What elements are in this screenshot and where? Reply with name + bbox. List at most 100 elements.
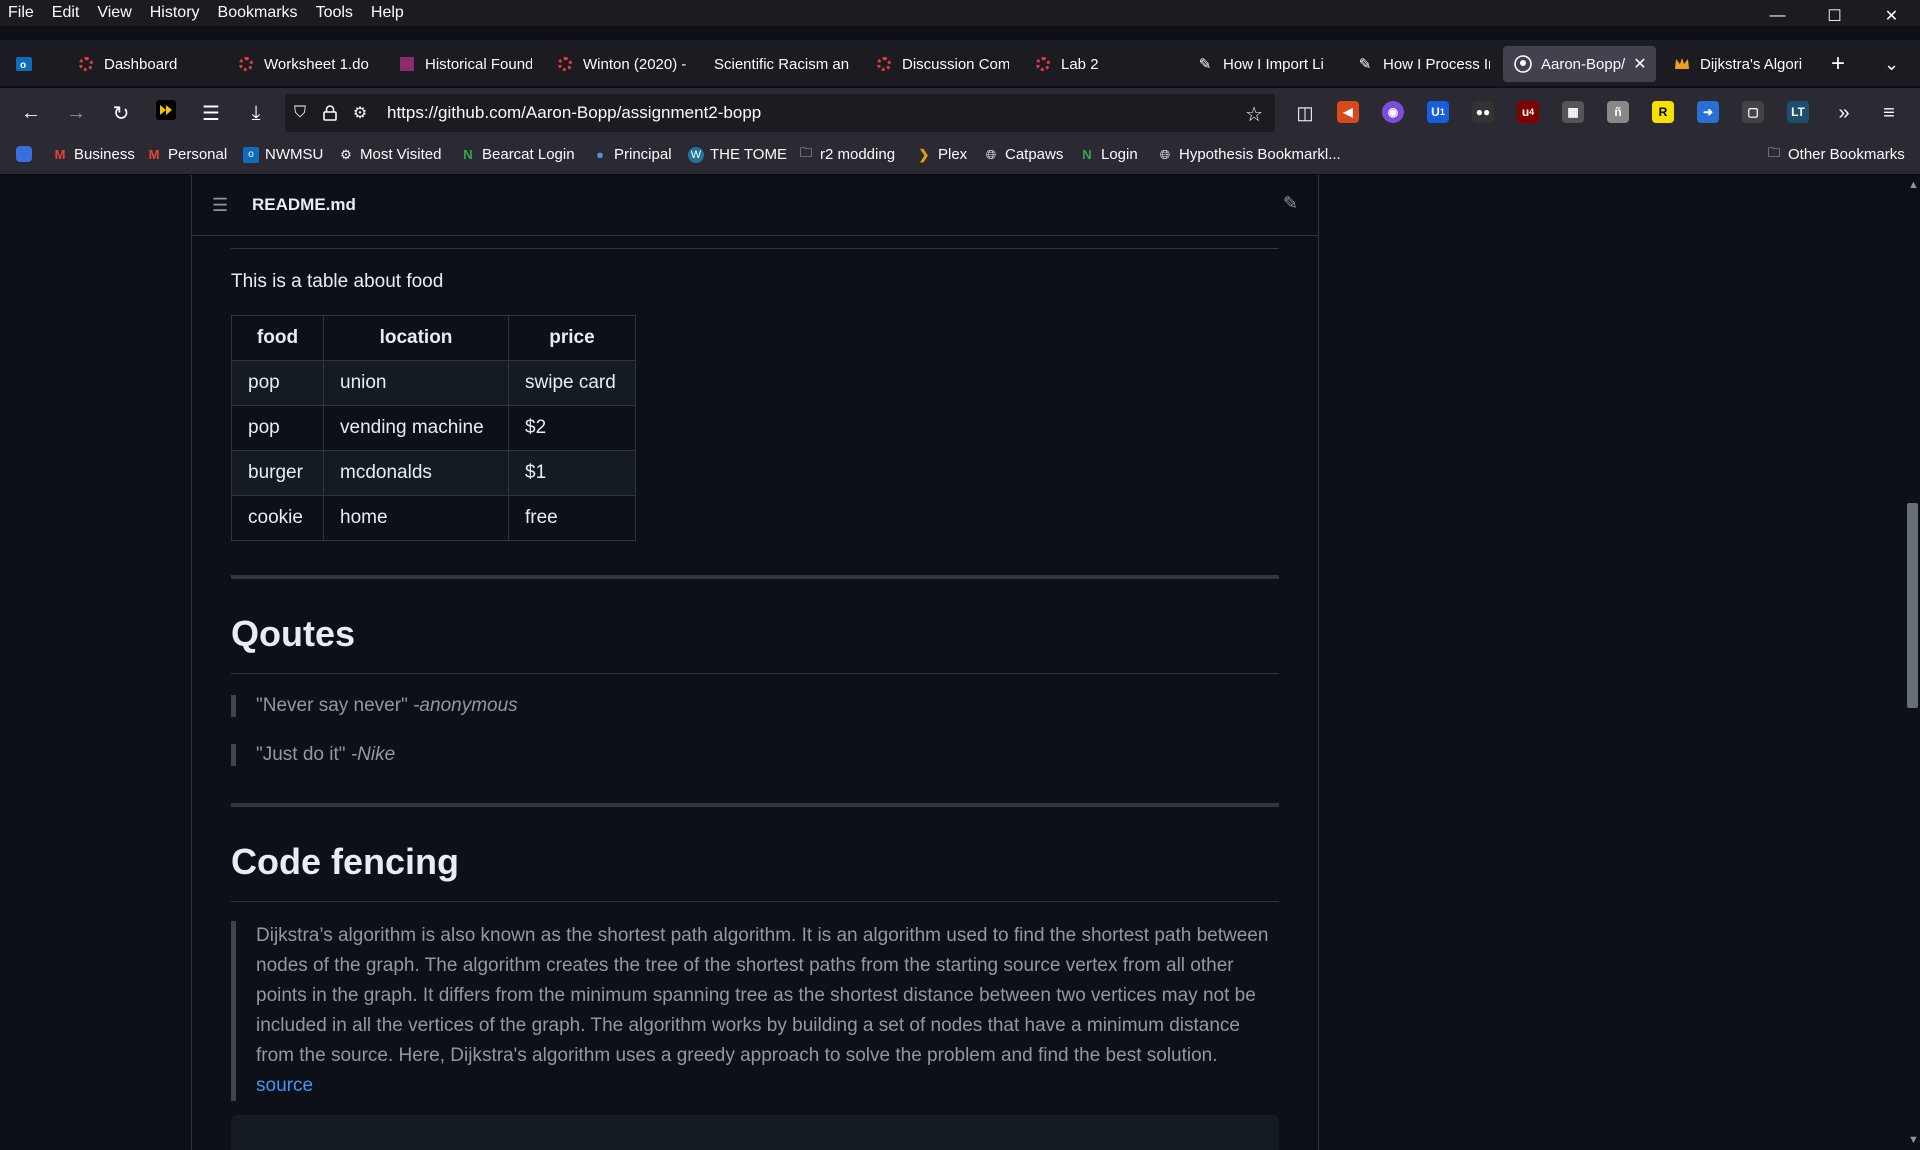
pinned-tab-outlook[interactable]: o [14, 46, 42, 82]
readme-panel: ☰ README.md ✎ This is a table about food… [191, 175, 1319, 1150]
canvas-ring-icon [76, 54, 96, 74]
ext-ublock-icon[interactable]: u4 [1517, 101, 1539, 123]
outline-list-icon[interactable]: ☰ [212, 195, 232, 216]
table-row: pop vending machine $2 [231, 405, 636, 451]
bookmark-label: Bearcat Login [482, 146, 575, 163]
ext-arrow-icon[interactable]: ➜ [1697, 101, 1719, 123]
ext-window-icon[interactable]: ▢ [1742, 101, 1764, 123]
bookmark-hypothesis[interactable]: 🌐︎ Hypothesis Bookmarkl... [1157, 146, 1341, 163]
new-tab-button[interactable]: + [1831, 46, 1855, 82]
menu-history[interactable]: History [141, 4, 209, 22]
pencil-edit-icon[interactable]: ✎ [1283, 193, 1298, 214]
other-bookmarks[interactable]: 🗀 Other Bookmarks [1766, 145, 1905, 164]
stack-button[interactable]: ☰ [198, 100, 224, 126]
bookmark-nwmsu[interactable]: o NWMSU [243, 146, 323, 163]
more-tools-button[interactable]: » [1831, 100, 1857, 126]
downloads-button[interactable]: ⤓ [243, 100, 269, 126]
ext-purple-icon[interactable]: ◉ [1382, 101, 1404, 123]
tab-dijkstra[interactable]: Dijkstra's Algori [1672, 46, 1807, 82]
maximize-button[interactable]: ☐ [1806, 0, 1863, 32]
tab-process[interactable]: ✎ How I Process In [1355, 46, 1490, 82]
bookmark-catpaws[interactable]: 🌐︎ Catpaws [983, 146, 1064, 163]
scroll-down-icon[interactable]: ▼ [1908, 1134, 1919, 1146]
ext-glasses-icon[interactable]: ●● [1472, 101, 1494, 123]
code-fencing-heading: Code fencing [231, 841, 460, 882]
bookmark-label: Plex [938, 146, 968, 163]
tab-winton[interactable]: Winton (2020) - [555, 46, 690, 82]
ext-megaphone-icon[interactable]: ◀ [1337, 101, 1359, 123]
pen-icon: ✎ [1358, 56, 1372, 73]
ext-calendar-icon[interactable]: ▦ [1562, 101, 1584, 123]
tab-dashboard[interactable]: Dashboard [76, 46, 216, 82]
extension-button[interactable] [153, 100, 179, 126]
bookmark-label: Business [74, 146, 135, 163]
bookmark-label: Other Bookmarks [1788, 146, 1905, 163]
stack-icon: ☰ [202, 102, 220, 125]
tab-bar: o Dashboard Worksheet 1.do Historical Fo… [0, 40, 1920, 86]
bookmark-principal[interactable]: ● Principal [592, 146, 671, 163]
bookmark-label: Login [1101, 146, 1138, 163]
url-text[interactable]: https://github.com/Aaron-Bopp/assignment… [387, 103, 761, 123]
tab-lab2[interactable]: Lab 2 [1033, 46, 1168, 82]
minimize-button[interactable]: — [1749, 0, 1806, 32]
bookmark-plex[interactable]: ❯ Plex [916, 146, 968, 163]
bookmark-the-tome[interactable]: W THE TOME [688, 146, 787, 163]
page-scrollbar[interactable]: ▲ ▼ [1905, 175, 1920, 1150]
bookmark-business[interactable]: M Business [52, 146, 135, 163]
tab-import[interactable]: ✎ How I Import Li [1195, 46, 1330, 82]
tab-github-active[interactable]: Aaron-Bopp/ ✕ [1503, 46, 1656, 82]
tab-label: Historical Found [425, 55, 532, 73]
table-header: food [231, 315, 324, 361]
permissions-icon[interactable]: ⚙ [345, 94, 375, 132]
bookmark-label: NWMSU [265, 146, 324, 163]
scrollbar-thumb[interactable] [1907, 503, 1918, 708]
hamburger-menu-icon: ≡ [1883, 101, 1895, 124]
forward-button[interactable]: → [63, 100, 89, 126]
ext-lt-icon[interactable]: LT [1787, 101, 1809, 123]
blockquote: "Never say never" -anonymous [231, 695, 518, 717]
blockquote: "Just do it" -Nike [231, 744, 395, 766]
menu-tools[interactable]: Tools [307, 4, 362, 22]
source-link[interactable]: source [256, 1075, 313, 1096]
quote-text: "Never say never" [256, 695, 414, 716]
bookmark-app[interactable] [16, 146, 38, 162]
bookmark-personal[interactable]: M Personal [146, 146, 228, 163]
url-bar[interactable]: ⛉ ⚙ https://github.com/Aaron-Bopp/assign… [285, 94, 1275, 132]
close-window-button[interactable]: ✕ [1863, 0, 1920, 32]
close-tab-icon[interactable]: ✕ [1633, 54, 1646, 74]
menu-edit[interactable]: Edit [43, 4, 89, 22]
shield-icon[interactable]: ⛉ [285, 94, 315, 132]
back-button[interactable]: ← [18, 100, 44, 126]
bookmark-star-icon[interactable]: ☆ [1245, 102, 1263, 127]
tab-worksheet[interactable]: Worksheet 1.do [236, 46, 371, 82]
tab-historical[interactable]: Historical Found [397, 46, 532, 82]
bookmark-login[interactable]: N Login [1079, 146, 1138, 163]
divider [231, 248, 1279, 249]
canvas-ring-icon [236, 54, 256, 74]
arrow-right-icon: → [66, 101, 86, 124]
bookmark-r2-modding[interactable]: 🗀 r2 modding [798, 145, 895, 164]
menu-bookmarks[interactable]: Bookmarks [209, 4, 307, 22]
outlook-icon: o [243, 146, 259, 163]
tab-label: Dijkstra's Algori [1700, 55, 1803, 73]
menu-view[interactable]: View [88, 4, 140, 22]
ext-grey-icon[interactable]: ñ [1607, 101, 1629, 123]
menu-file[interactable]: File [0, 4, 43, 22]
ext-r-icon[interactable]: R [1652, 101, 1674, 123]
bookmark-label: THE TOME [710, 146, 787, 163]
list-all-tabs-button[interactable]: ⌄ [1884, 46, 1908, 82]
horizontal-rule [231, 803, 1279, 807]
bookmark-bearcat[interactable]: N Bearcat Login [460, 146, 575, 163]
ext-bitwarden-icon[interactable]: U1 [1427, 101, 1449, 123]
tab-scientific[interactable]: Scientific Racism an [714, 46, 849, 82]
scroll-up-icon[interactable]: ▲ [1908, 179, 1919, 191]
table-cell: home [323, 495, 509, 541]
menu-help[interactable]: Help [362, 4, 413, 22]
sidebar-button[interactable]: ◫ [1292, 100, 1318, 126]
lock-icon[interactable] [315, 94, 345, 132]
tab-discussion[interactable]: Discussion Com [874, 46, 1009, 82]
table-cell: $2 [508, 405, 636, 451]
bookmark-most-visited[interactable]: ⚙ Most Visited [338, 146, 441, 163]
reload-button[interactable]: ↻ [108, 100, 134, 126]
app-menu-button[interactable]: ≡ [1876, 100, 1902, 126]
